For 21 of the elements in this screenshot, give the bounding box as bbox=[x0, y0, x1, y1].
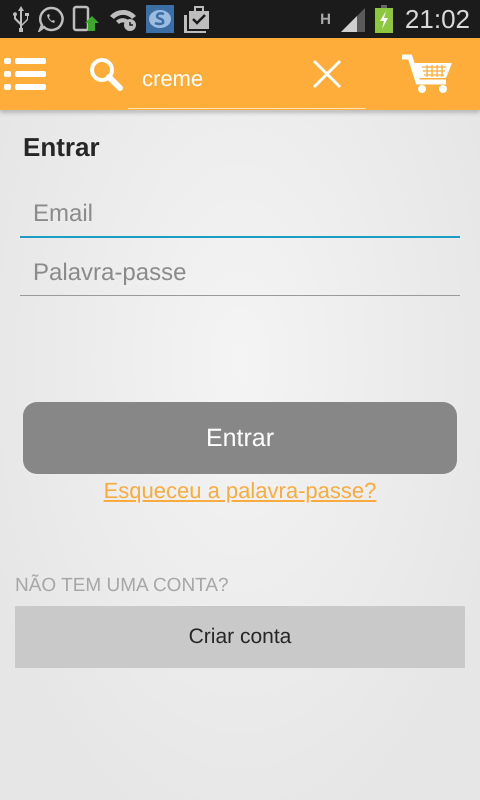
page-title: Entrar bbox=[23, 132, 101, 162]
briefcase-check-icon bbox=[182, 5, 210, 33]
app-icon bbox=[146, 5, 174, 33]
cart-button[interactable] bbox=[402, 54, 454, 94]
chat-icon bbox=[38, 6, 64, 32]
usb-icon bbox=[12, 6, 30, 32]
input-field[interactable]: Email bbox=[20, 192, 460, 238]
create-account-button[interactable]: Criar conta bbox=[15, 606, 465, 668]
wifi-icon bbox=[108, 7, 138, 31]
battery-charging-icon bbox=[374, 5, 393, 33]
login-button[interactable]: Entrar bbox=[23, 402, 457, 474]
clear-button[interactable] bbox=[312, 59, 342, 89]
network-type: H bbox=[320, 12, 331, 26]
phone-upload-icon bbox=[72, 5, 100, 33]
clock: 21:02 bbox=[404, 4, 470, 34]
search-field[interactable]: creme bbox=[128, 49, 366, 109]
signup-prompt: NÃO TEM UMA CONTA? bbox=[15, 574, 230, 598]
search-icon bbox=[88, 56, 124, 92]
signal-icon bbox=[338, 6, 367, 32]
input-field[interactable]: Palavra-passe bbox=[20, 250, 460, 296]
menu-button[interactable] bbox=[4, 58, 46, 90]
